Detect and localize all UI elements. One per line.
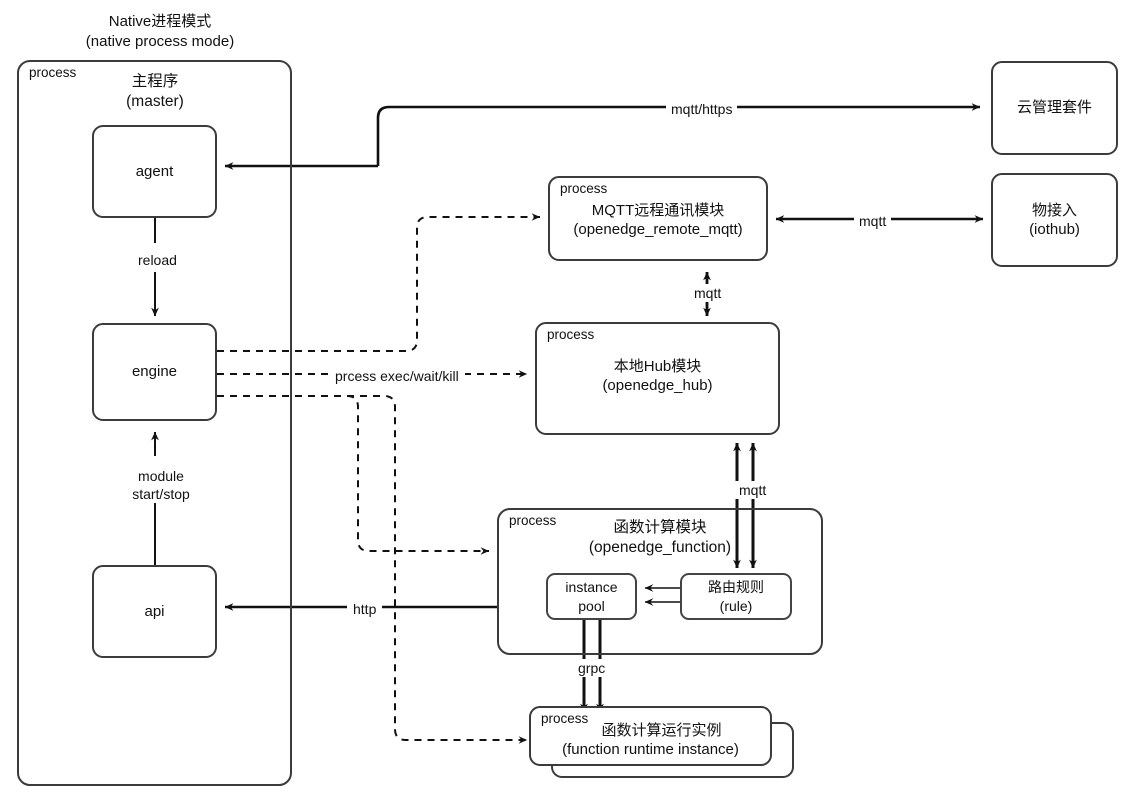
diagram-canvas: Native进程模式 (native process mode) process… [0,0,1137,802]
node-local-hub-label-cn: 本地Hub模块 [613,358,702,375]
node-iothub[interactable]: 物接入 (iothub) [991,173,1118,267]
edge-label-module-start-stop: module start/stop [121,467,201,504]
node-agent[interactable]: agent [92,125,217,218]
node-mqtt-remote-label-en: (openedge_remote_mqtt) [573,220,743,238]
diagram-heading-en: (native process mode) [85,33,235,51]
node-instance-pool-line2: pool [578,597,605,614]
edge-label-grpc: grpc [574,659,610,678]
edge-label-reload: reload [133,251,182,270]
process-tag-mqtt-remote: process [560,181,608,196]
node-mqtt-remote[interactable]: process MQTT远程通讯模块 (openedge_remote_mqtt… [548,176,768,261]
process-tag-master: process [29,65,77,80]
node-instance-pool[interactable]: instance pool [546,573,637,620]
edge-label-process-exec: prcess exec/wait/kill [329,367,465,386]
diagram-heading-cn: Native进程模式 [108,13,212,30]
edge-label-mqtt-https: mqtt/https [666,100,738,119]
node-rule-label-en: (rule) [719,597,753,614]
edge-label-module-start-stop-line2: start/stop [132,486,190,503]
node-iothub-label-cn: 物接入 [1031,201,1077,219]
node-cloud-suite[interactable]: 云管理套件 [991,61,1118,155]
node-function-module-label-en: (openedge_function) [588,539,732,557]
node-engine-label: engine [131,363,178,381]
edge-label-http: http [347,600,383,619]
master-group-title: 主程序 (master) [95,72,215,112]
node-cloud-suite-label: 云管理套件 [1016,99,1092,117]
node-rule[interactable]: 路由规则 (rule) [680,573,792,620]
node-local-hub[interactable]: process 本地Hub模块 (openedge_hub) [535,322,780,435]
process-tag-local-hub: process [547,327,595,342]
edge-label-module-start-stop-line1: module [138,468,184,484]
node-api-label: api [144,602,165,620]
node-runtime-instance[interactable]: process 函数计算运行实例 (function runtime insta… [529,706,772,766]
node-agent-label: agent [135,162,174,180]
node-iothub-label-en: (iothub) [1029,221,1080,238]
node-api[interactable]: api [92,565,217,658]
node-mqtt-remote-label-cn: MQTT远程通讯模块 [591,202,725,219]
node-engine[interactable]: engine [92,323,217,421]
node-instance-pool-line1: instance [565,579,618,596]
node-function-module-label-cn: 函数计算模块 [613,519,707,536]
master-title-cn: 主程序 [131,73,179,90]
edge-label-mqtt-remote-hub: mqtt [690,284,726,303]
node-rule-label-cn: 路由规则 [708,579,764,596]
diagram-heading: Native进程模式 (native process mode) [40,12,280,53]
node-runtime-instance-label-cn: 函数计算运行实例 [601,722,722,739]
process-tag-function-module: process [509,513,557,528]
edge-label-mqtt-iothub: mqtt [854,212,892,231]
process-tag-runtime-instance: process [541,711,589,726]
master-title-en: (master) [126,93,184,111]
function-module-title: 函数计算模块 (openedge_function) [560,518,760,558]
node-runtime-instance-label-en: (function runtime instance) [562,740,739,758]
edge-label-mqtt-hub-function: mqtt [735,481,771,500]
node-local-hub-label-en: (openedge_hub) [602,376,713,394]
